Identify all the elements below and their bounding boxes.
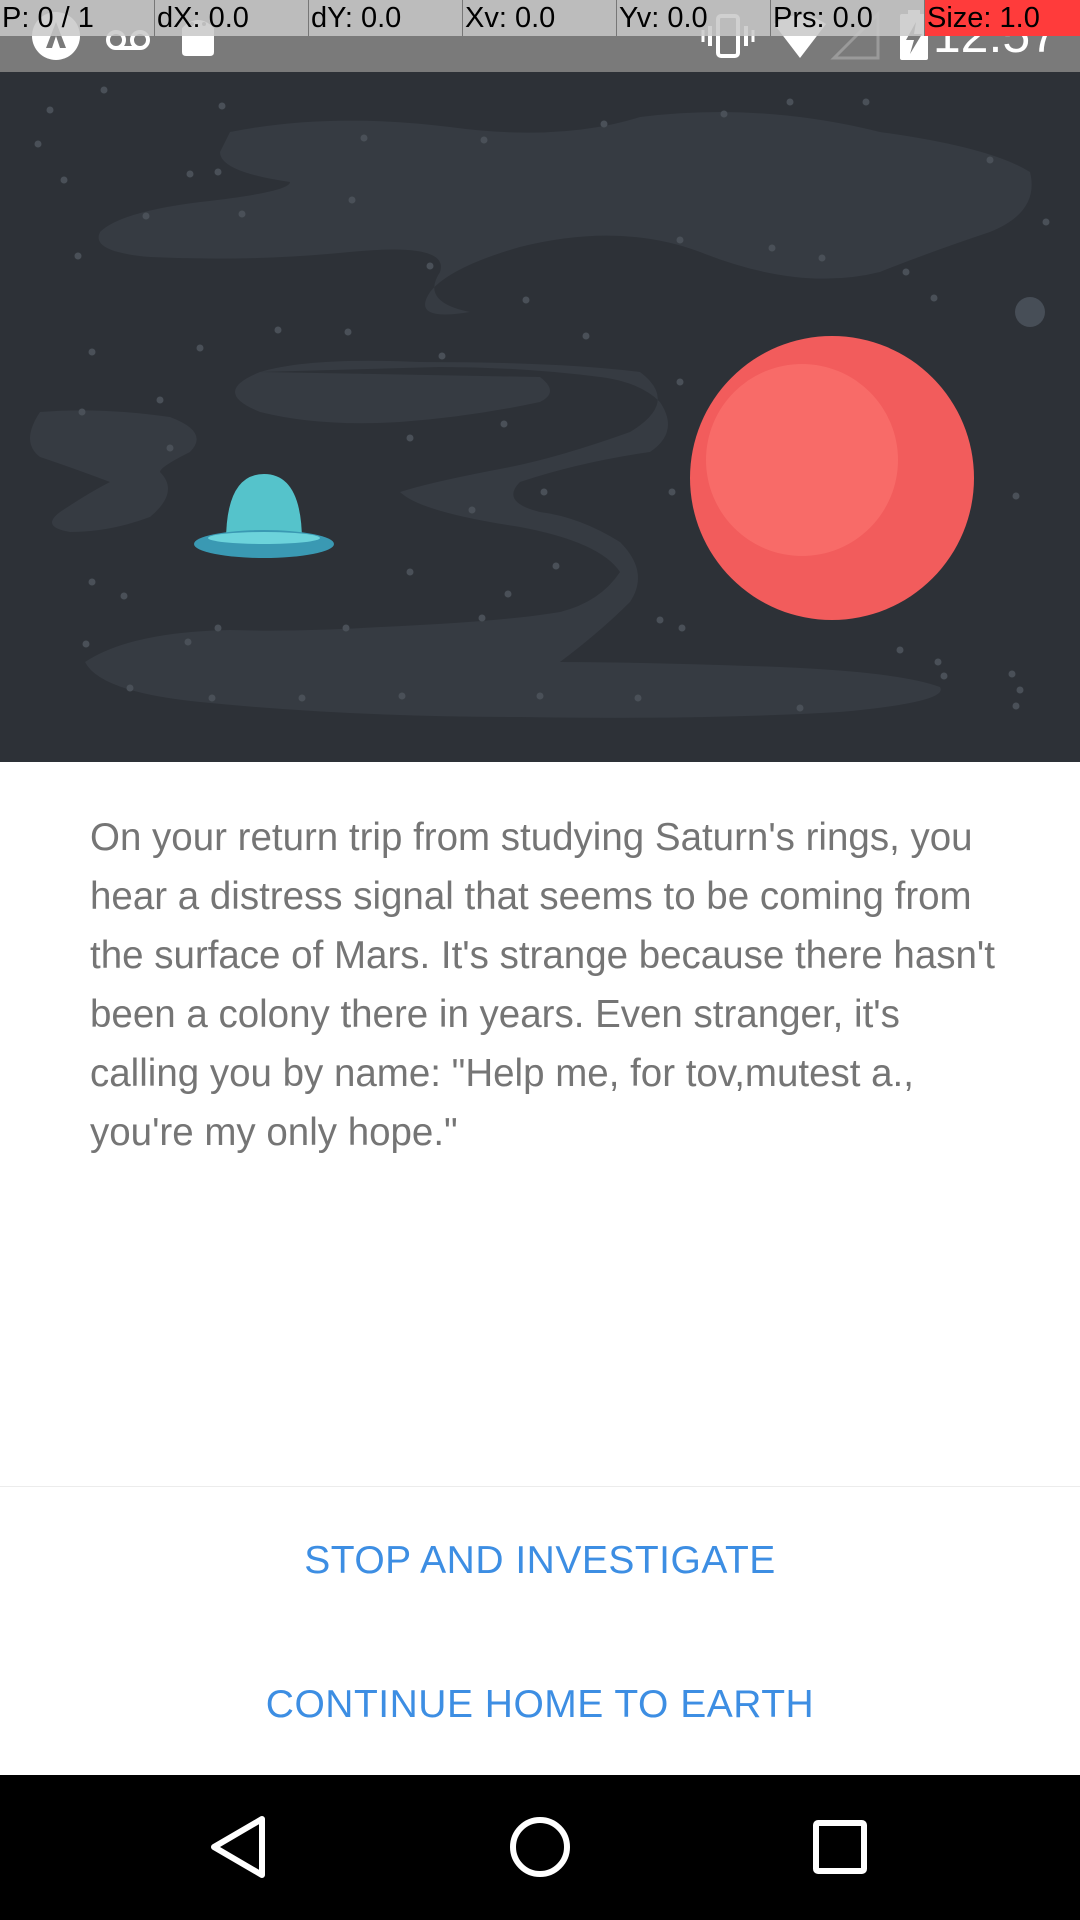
mars-planet (690, 336, 974, 620)
stop-and-investigate-button[interactable]: STOP AND INVESTIGATE (0, 1496, 1080, 1626)
back-icon[interactable] (190, 1797, 290, 1897)
debug-pressure: Prs: 0.0 (770, 0, 924, 36)
debug-xv: Xv: 0.0 (462, 0, 616, 36)
recents-icon[interactable] (790, 1797, 890, 1897)
small-moon (1015, 297, 1045, 327)
pointer-debug-overlay: P: 0 / 1 dX: 0.0 dY: 0.0 Xv: 0.0 Yv: 0.0… (0, 0, 1080, 36)
app-screen: 12:57 P: 0 / 1 dX: 0.0 dY: 0.0 Xv: 0.0 Y… (0, 0, 1080, 1920)
story-text: On your return trip from studying Saturn… (90, 816, 995, 1154)
debug-dx: dX: 0.0 (154, 0, 308, 36)
debug-dy: dY: 0.0 (308, 0, 462, 36)
debug-yv: Yv: 0.0 (616, 0, 770, 36)
continue-home-button[interactable]: CONTINUE HOME TO EARTH (0, 1640, 1080, 1770)
choices-divider (0, 1486, 1080, 1487)
debug-size: Size: 1.0 (924, 0, 1080, 36)
space-illustration (0, 72, 1080, 762)
navigation-bar (0, 1775, 1080, 1920)
ufo-spaceship (194, 474, 334, 558)
debug-pointer-count: P: 0 / 1 (2, 2, 94, 34)
home-icon[interactable] (490, 1797, 590, 1897)
